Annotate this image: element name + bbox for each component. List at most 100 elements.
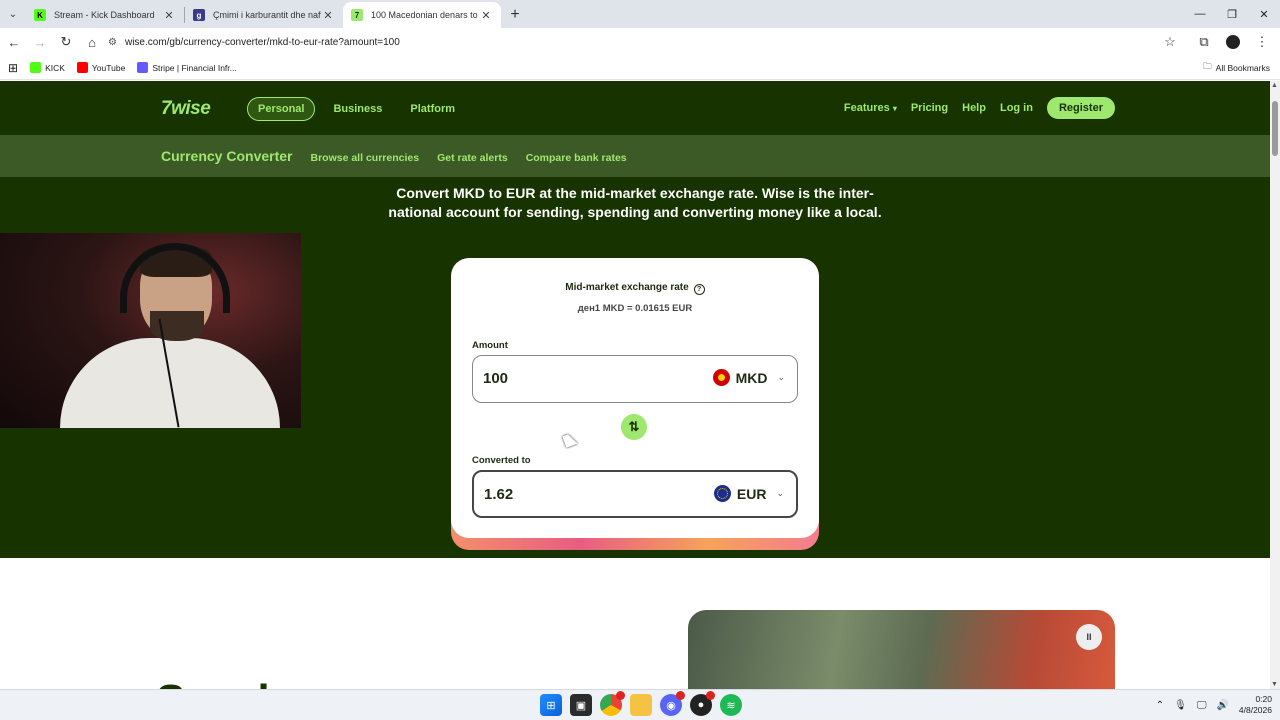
pause-icon[interactable]: II xyxy=(1076,624,1102,650)
extensions-icon[interactable]: ⧉ xyxy=(1192,30,1216,54)
converted-label: Converted to xyxy=(472,455,531,466)
bookmark-label: Stripe | Financial Infr... xyxy=(152,62,237,73)
file-explorer-icon[interactable] xyxy=(630,694,652,716)
bookmark-label: KICK xyxy=(45,62,65,73)
scrollbar-thumb[interactable] xyxy=(1272,101,1278,156)
new-tab-button[interactable]: + xyxy=(501,2,529,28)
nav-login[interactable]: Log in xyxy=(1000,102,1033,114)
back-arrow-icon[interactable]: ← xyxy=(2,30,26,54)
microphone-icon[interactable]: 🎙 xyxy=(1174,700,1187,711)
tab-title: Stream - Kick Dashboard xyxy=(54,10,155,20)
converter-card-body: Mid-market exchange rate? ден1 MKD = 0.0… xyxy=(451,258,819,538)
from-currency-select[interactable]: MKD ⌄ xyxy=(712,369,785,386)
spotify-icon[interactable]: ≋ xyxy=(720,694,742,716)
amount-input[interactable]: 100 xyxy=(483,370,508,387)
system-tray: ⌃ 🎙 🖵 🔊 0:20 4/8/2026 xyxy=(1156,694,1272,716)
converter-card: Mid-market exchange rate? ден1 MKD = 0.0… xyxy=(451,258,819,550)
wise-logo[interactable]: 7wise xyxy=(161,98,211,120)
nav-pricing[interactable]: Pricing xyxy=(911,102,948,114)
tray-overflow-icon[interactable]: ⌃ xyxy=(1156,700,1164,711)
register-button[interactable]: Register xyxy=(1046,97,1115,119)
swap-currencies-button[interactable]: ⇅ xyxy=(621,414,647,440)
url-text: wise.com/gb/currency-converter/mkd-to-eu… xyxy=(124,36,400,48)
page-scrollbar[interactable]: ▲ ▼ xyxy=(1270,81,1280,689)
home-icon[interactable]: ⌂ xyxy=(80,30,104,54)
all-bookmarks-folder[interactable]: 🗀 All Bookmarks xyxy=(1203,61,1270,75)
close-tab-icon[interactable]: ✕ xyxy=(479,9,493,22)
scroll-up-icon[interactable]: ▲ xyxy=(1271,82,1278,89)
bookmark-youtube[interactable]: YouTube xyxy=(76,62,126,73)
chevron-down-icon: ⌄ xyxy=(776,488,784,498)
converted-field[interactable]: 1.62 EUR ⌄ xyxy=(472,470,798,518)
bookmark-label: YouTube xyxy=(91,62,126,73)
url-field[interactable]: ⚙ wise.com/gb/currency-converter/mkd-to-… xyxy=(108,30,1158,54)
profile-avatar[interactable] xyxy=(1226,35,1240,49)
notification-badge xyxy=(676,691,685,700)
tab-title: 100 Macedonian denars to Euro xyxy=(371,10,479,20)
webcam-person-beard xyxy=(150,311,204,341)
bookmark-kick[interactable]: KICK xyxy=(30,62,65,73)
site-info-icon[interactable]: ⚙ xyxy=(108,37,117,48)
intro-line-1: Convert MKD to EUR at the mid-market exc… xyxy=(396,185,874,201)
features-label: Features xyxy=(843,102,890,114)
product-switcher: Personal Business Platform xyxy=(247,97,465,121)
forward-arrow-icon[interactable]: → xyxy=(28,30,52,54)
tab-search-chevron-icon[interactable]: ⌄ xyxy=(0,0,26,28)
wise-favicon-icon: 7 xyxy=(351,9,363,21)
rate-heading: Mid-market exchange rate? xyxy=(451,282,819,295)
restore-icon[interactable]: ❐ xyxy=(1216,0,1248,28)
obs-icon[interactable]: ● xyxy=(690,691,715,716)
minimize-icon[interactable]: — xyxy=(1184,0,1216,28)
toolbar-actions: ☆ ⧉ ⋮ xyxy=(1158,30,1274,54)
tab-wise-converter[interactable]: 7 100 Macedonian denars to Euro ✕ xyxy=(343,2,501,28)
section-heading: Send money xyxy=(156,676,438,689)
help-question-icon[interactable]: ? xyxy=(693,284,705,295)
nav-features[interactable]: Features ▾ xyxy=(844,102,897,114)
task-view-icon[interactable]: ▣ xyxy=(570,694,592,716)
chevron-down-icon: ⌄ xyxy=(777,372,785,382)
recording-badge xyxy=(706,691,715,700)
nav-help[interactable]: Help xyxy=(962,102,986,114)
reload-icon[interactable]: ↻ xyxy=(54,30,78,54)
subnav-browse-currencies[interactable]: Browse all currencies xyxy=(311,152,420,164)
converted-input[interactable]: 1.62 xyxy=(484,486,513,503)
subnav-rate-alerts[interactable]: Get rate alerts xyxy=(437,152,508,164)
browser-menu-icon[interactable]: ⋮ xyxy=(1250,30,1274,54)
system-clock[interactable]: 0:20 4/8/2026 xyxy=(1239,694,1272,716)
promo-video[interactable]: II xyxy=(688,610,1115,689)
nav-personal[interactable]: Personal xyxy=(247,97,316,121)
bookmark-stripe[interactable]: Stripe | Financial Infr... xyxy=(137,62,237,73)
subnav-title[interactable]: Currency Converter xyxy=(161,148,293,164)
tab-fuel-prices[interactable]: g Çmimi i karburantit dhe naftës ✕ xyxy=(185,2,343,28)
intro-line-2: national account for sending, spending a… xyxy=(388,204,882,220)
headset-icon xyxy=(120,243,230,313)
webcam-overlay xyxy=(0,233,301,428)
windows-start-icon[interactable]: ⊞ xyxy=(540,694,562,716)
nav-business[interactable]: Business xyxy=(323,98,392,120)
chrome-icon[interactable] xyxy=(600,691,625,716)
subnav-compare-rates[interactable]: Compare bank rates xyxy=(526,152,627,164)
clock-date: 4/8/2026 xyxy=(1238,705,1272,715)
close-tab-icon[interactable]: ✕ xyxy=(162,9,176,22)
volume-icon[interactable]: 🔊 xyxy=(1216,700,1228,711)
amount-field[interactable]: 100 MKD ⌄ xyxy=(472,355,798,403)
close-window-icon[interactable]: ✕ xyxy=(1248,0,1280,28)
scroll-down-icon[interactable]: ▼ xyxy=(1271,681,1278,688)
bookmarks-bar: ⊞ KICK YouTube Stripe | Financial Infr..… xyxy=(0,56,1280,80)
apps-grid-icon[interactable]: ⊞ xyxy=(8,61,18,75)
account-nav: Features ▾ Pricing Help Log in Register xyxy=(844,97,1115,119)
browser-tab-bar: ⌄ K Stream - Kick Dashboard ✕ g Çmimi i … xyxy=(0,0,1280,28)
to-currency-select[interactable]: EUR ⌄ xyxy=(713,485,784,502)
converter-subnav: Currency Converter Browse all currencies… xyxy=(0,135,1270,177)
wise-top-nav: 7wise Personal Business Platform Feature… xyxy=(0,81,1270,135)
from-currency-code: MKD xyxy=(735,369,768,386)
discord-icon[interactable]: ◉ xyxy=(660,691,685,716)
tab-kick-dashboard[interactable]: K Stream - Kick Dashboard ✕ xyxy=(26,2,184,28)
network-icon[interactable]: 🖵 xyxy=(1197,700,1207,711)
bookmark-star-icon[interactable]: ☆ xyxy=(1158,30,1182,54)
close-tab-icon[interactable]: ✕ xyxy=(321,9,335,22)
nav-platform[interactable]: Platform xyxy=(400,98,465,120)
site-favicon-icon: g xyxy=(193,9,205,21)
macedonia-flag-icon xyxy=(712,369,730,386)
kick-icon xyxy=(30,62,42,73)
